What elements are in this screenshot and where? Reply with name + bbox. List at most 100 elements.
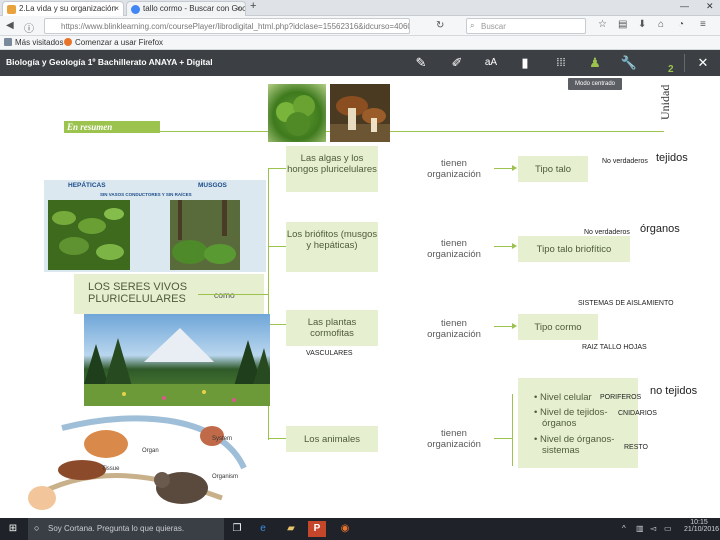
windows-start-icon[interactable]: ⊞ — [4, 521, 22, 537]
book-icon[interactable]: ▮ — [516, 54, 534, 72]
result-tipo-cormo: Tipo cormo — [518, 314, 598, 340]
menu-icon[interactable]: ≡ — [700, 19, 706, 30]
level-organos: • Nivel de órganos- — [534, 434, 615, 445]
organization-levels-illustration — [22, 408, 264, 516]
edge-icon[interactable]: e — [254, 521, 272, 537]
close-window-icon[interactable]: ✕ — [706, 1, 714, 12]
verb-row-4: tienen organización — [427, 428, 481, 450]
connector-levels — [512, 394, 513, 466]
powerpoint-icon[interactable]: P — [308, 521, 326, 537]
hepaticas-photo — [48, 200, 130, 270]
mushroom-drawing — [330, 96, 390, 142]
tray-arrow-icon[interactable]: ^ — [622, 524, 626, 533]
reload-icon[interactable]: ↻ — [436, 20, 444, 31]
tab-la-vida[interactable]: 2.La vida y su organización × — [2, 1, 124, 16]
como-label: como — [214, 290, 235, 300]
site-favicon-icon — [7, 5, 16, 14]
clock[interactable]: 10:15 21/10/2016 — [684, 519, 719, 533]
tab-google-search[interactable]: tallo cormo - Buscar con Google × — [126, 1, 246, 16]
minimize-icon[interactable]: — — [680, 1, 689, 11]
apps-grid-icon[interactable]: ⁞⁞⁞ — [552, 54, 570, 72]
landscape-drawing — [84, 328, 270, 406]
bookmark-star-icon[interactable]: ☆ — [598, 19, 607, 30]
level-tejidos-organos: órganos — [542, 418, 577, 429]
note-no-tejidos: no tejidos — [650, 385, 698, 397]
verb-row-1: tienen organización — [427, 158, 481, 180]
close-tab-icon[interactable]: × — [114, 4, 119, 13]
hepaticas-texture — [52, 208, 124, 260]
result-label: Tipo cormo — [534, 322, 582, 333]
arrow-row-3 — [512, 323, 517, 329]
label-organ: Organ — [142, 448, 159, 454]
tab-label: tallo cormo - Buscar con Google — [143, 4, 246, 13]
file-explorer-icon[interactable]: ▰ — [282, 521, 300, 537]
pencil-icon[interactable]: ✎ — [412, 54, 430, 72]
app-header: Biología y Geología 1º Bachillerato ANAY… — [0, 50, 720, 76]
tooltip-modo-centrado: Modo centrado — [568, 78, 622, 90]
download-icon[interactable]: ⬇ — [638, 19, 646, 30]
result-label: Tipo talo — [534, 164, 572, 175]
library-icon[interactable]: ▤ — [618, 19, 627, 30]
moss-photo — [268, 84, 326, 142]
note-tejidos: tejidos — [656, 152, 688, 164]
group-label: Los animales — [304, 434, 360, 445]
connector-row-1 — [268, 168, 286, 169]
text-size-icon[interactable]: aA — [482, 54, 500, 72]
bookmarks-bar: Más visitados Comenzar a usar Firefox — [0, 36, 720, 50]
windows-taskbar: ⊞ ○ Soy Cortana. Pregunta lo que quieras… — [0, 518, 720, 540]
search-icon: ⌕ — [470, 21, 475, 30]
verb-row-2: tienen organización — [427, 238, 481, 260]
wrench-icon[interactable]: 🔧 — [620, 54, 638, 72]
unidad-label: Unidad — [658, 84, 672, 120]
group-label: Las algas y los hongos pluricelulares — [287, 153, 377, 175]
firefox-icon — [64, 38, 72, 46]
level-tejidos: • Nivel de tejidos- — [534, 407, 608, 418]
close-tab-icon[interactable]: × — [236, 4, 241, 13]
connector-verb-1 — [494, 168, 514, 169]
bookmark-firefox[interactable]: Comenzar a usar Firefox — [64, 38, 163, 47]
note-organos: órganos — [640, 223, 680, 235]
pocket-icon[interactable]: ◔ — [678, 19, 684, 30]
info-icon[interactable]: ⓘ — [24, 20, 34, 35]
person-center-icon[interactable]: ♟ — [586, 54, 604, 72]
connector-main — [198, 294, 268, 295]
tray-network-icon[interactable]: ▥ — [636, 524, 644, 533]
connector-row-3 — [268, 324, 286, 325]
text-size-label: aA — [484, 57, 498, 68]
arrow-row-2 — [512, 243, 517, 249]
url-field[interactable]: https://www.blinklearning.com/coursePlay… — [44, 18, 410, 34]
connector-row-4 — [268, 438, 286, 439]
google-favicon-icon — [131, 5, 140, 14]
vasculares-note: VASCULARES — [306, 350, 353, 357]
group-briofitos: Los briófitos (musgos y hepáticas) — [286, 222, 378, 272]
label-system: System — [212, 436, 233, 442]
new-tab-button[interactable]: + — [250, 0, 256, 12]
label-tissue: Tissue — [102, 466, 120, 472]
tray-battery-icon[interactable]: ▭ — [664, 524, 672, 533]
cortana-search-box[interactable]: ○ Soy Cortana. Pregunta lo que quieras. — [28, 518, 224, 540]
arrow-row-1 — [512, 165, 517, 171]
marker-icon[interactable]: ✐ — [448, 54, 466, 72]
browser-tab-bar: 2.La vida y su organización × tallo corm… — [0, 0, 720, 16]
close-icon[interactable]: ✕ — [694, 54, 712, 72]
bookmark-label: Comenzar a usar Firefox — [75, 38, 164, 47]
home-icon[interactable]: ⌂ — [658, 19, 664, 30]
search-input[interactable]: ⌕ Buscar — [466, 18, 586, 34]
bookmark-most-visited[interactable]: Más visitados — [4, 38, 63, 47]
organization-levels-drawing — [28, 415, 247, 510]
seres-vivos-label: LOS SERES VIVOS PLURICELULARES — [88, 281, 188, 305]
tray-volume-icon[interactable]: ◅ — [650, 524, 656, 533]
back-icon[interactable]: ◀ — [6, 20, 14, 31]
note-poriferos: PORIFEROS — [600, 394, 642, 401]
navigation-bar: ◀ ⓘ https://www.blinklearning.com/course… — [0, 16, 720, 36]
note-resto: RESTO — [624, 444, 648, 451]
level-celular: • Nivel celular — [534, 392, 592, 403]
group-label: Los briófitos (musgos y hepáticas) — [286, 229, 378, 251]
label-organism: Organism — [212, 474, 239, 480]
moss-texture — [276, 95, 315, 136]
firefox-taskbar-icon[interactable]: ◉ — [336, 521, 354, 537]
note-sistemas-aislamiento: SISTEMAS DE AISLAMIENTO — [578, 300, 674, 307]
url-text: https://www.blinklearning.com/coursePlay… — [61, 22, 410, 31]
cortana-placeholder: Soy Cortana. Pregunta lo que quieras. — [48, 524, 185, 533]
task-view-icon[interactable]: ❐ — [228, 521, 246, 537]
